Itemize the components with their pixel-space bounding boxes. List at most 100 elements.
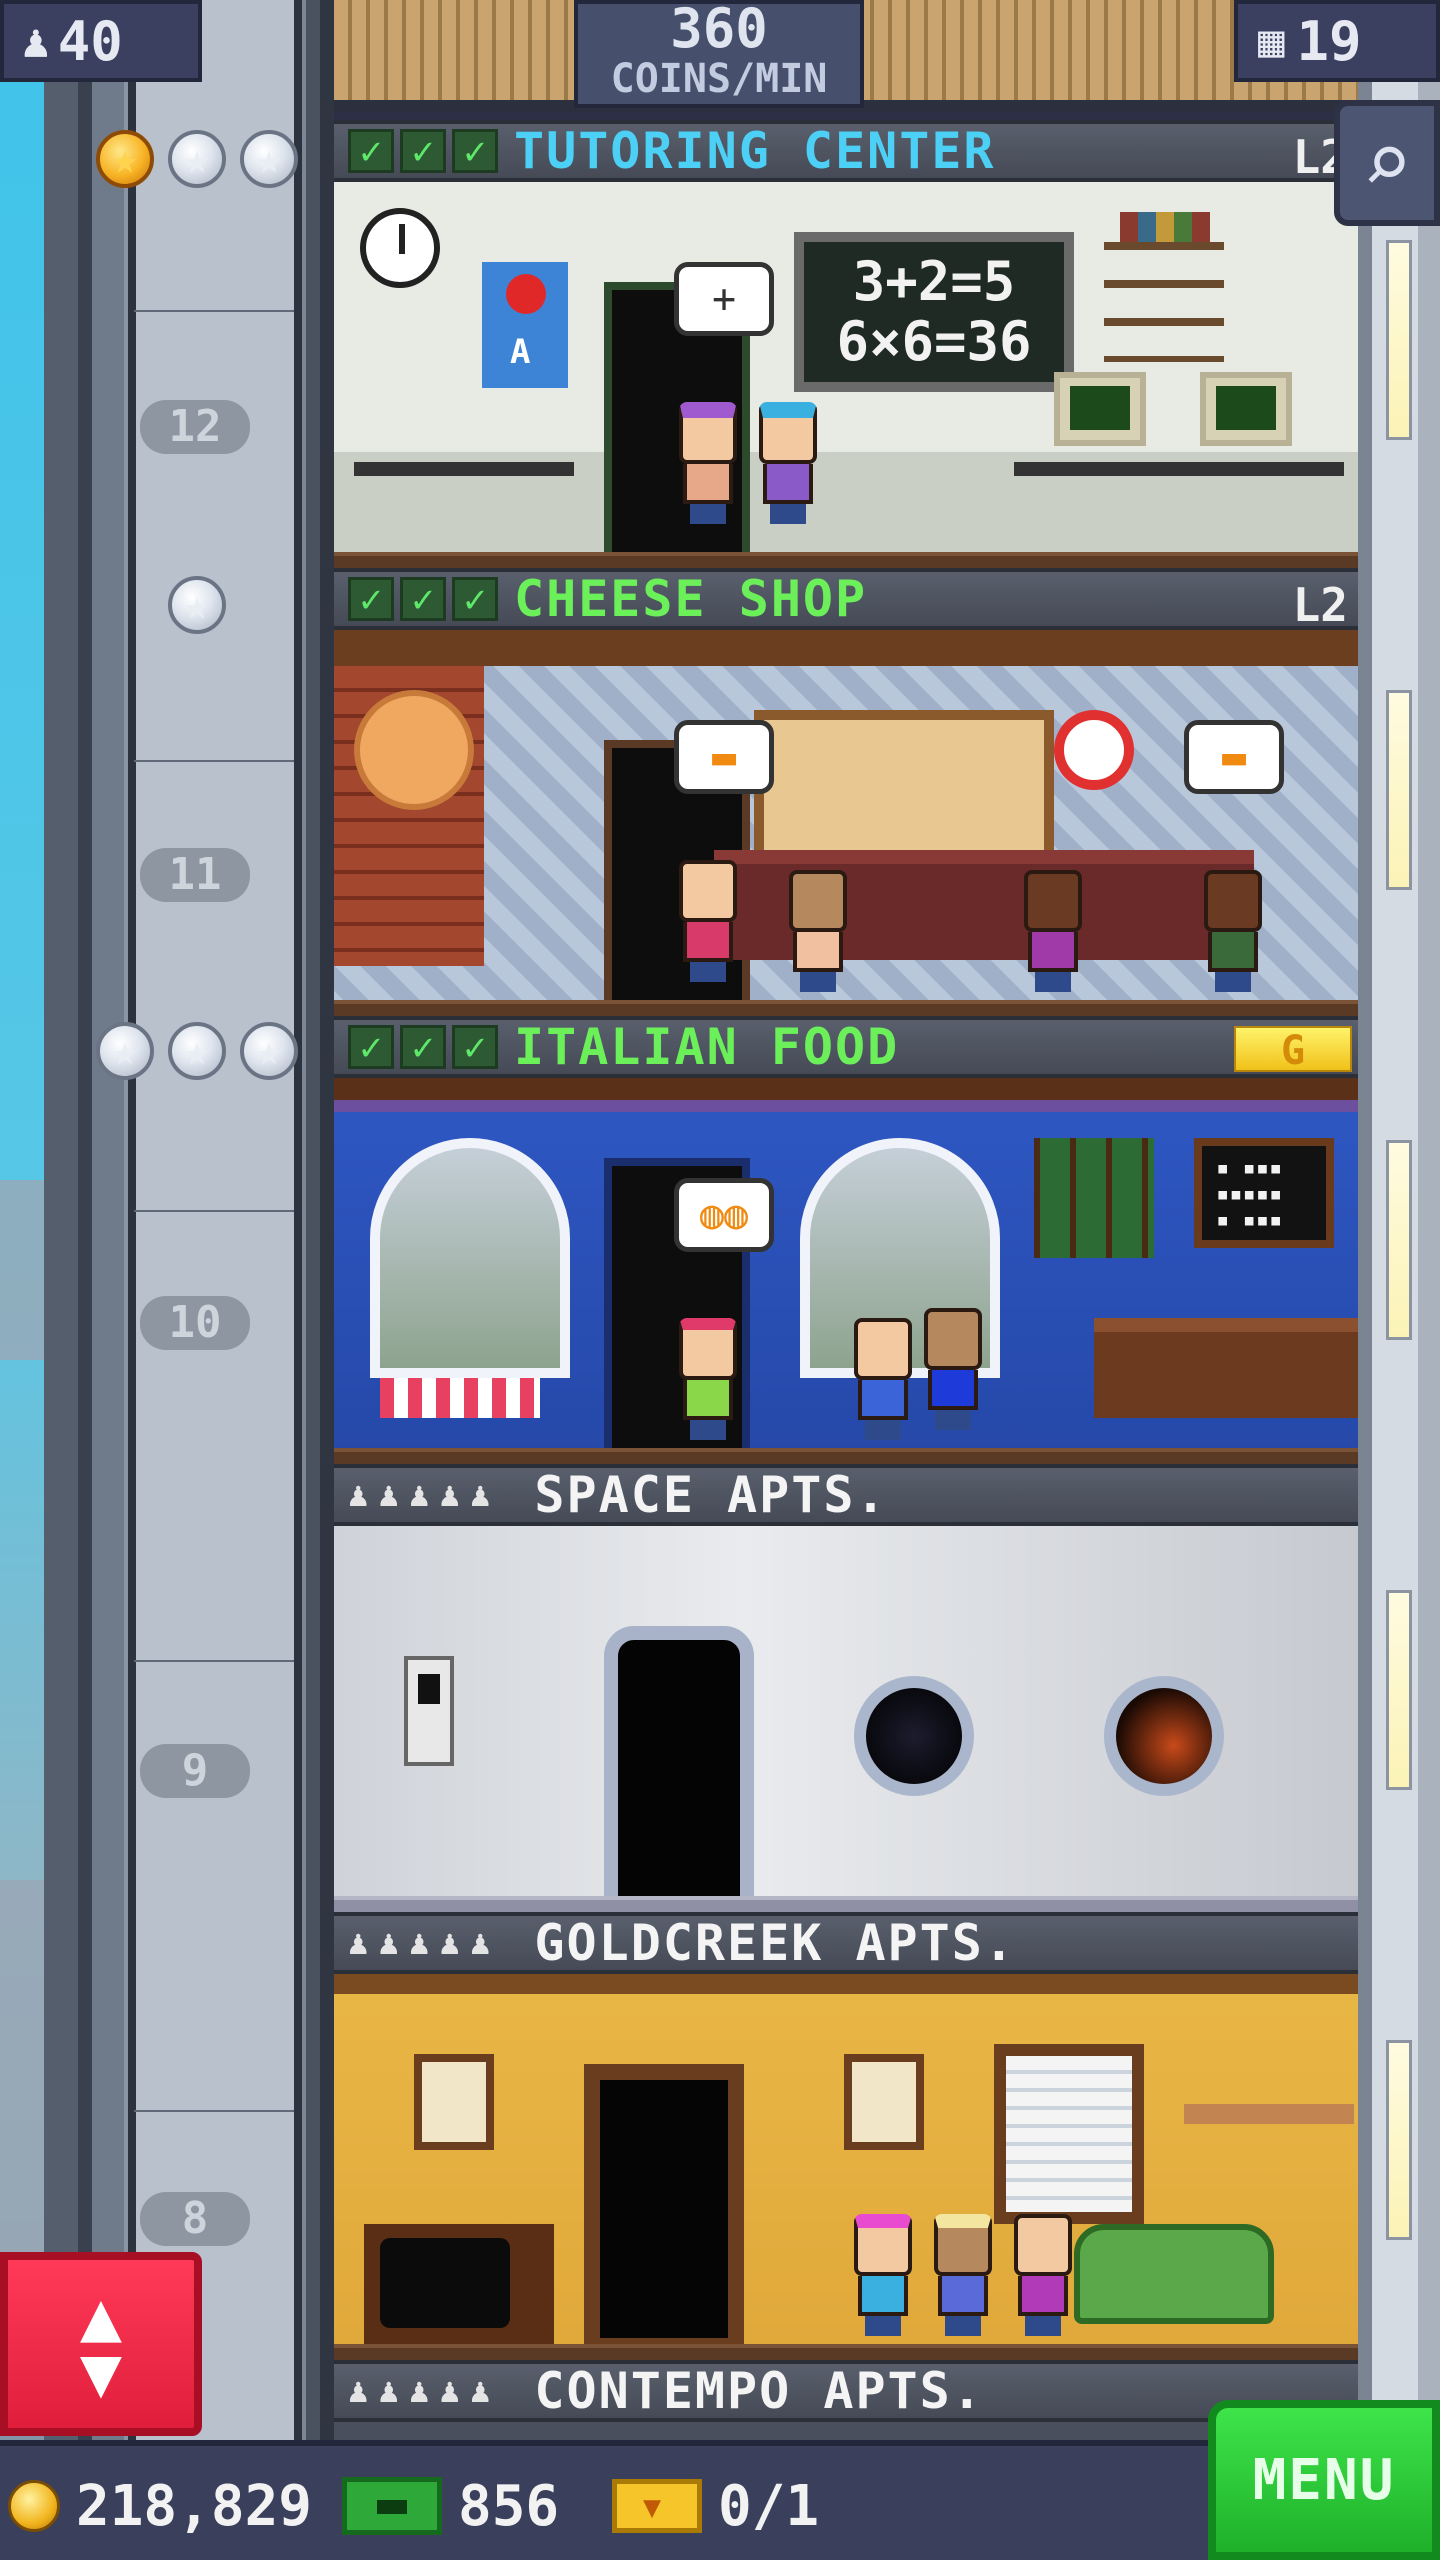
person-icon: ♟	[439, 1923, 460, 1963]
tower-right-wall	[1358, 0, 1440, 2440]
check-icon: ✓	[452, 129, 498, 173]
stock-checks: ✓ ✓ ✓	[348, 1025, 498, 1069]
person-icon: ♟	[378, 1475, 399, 1515]
floor-banner[interactable]: ✓ ✓ ✓ TUTORING CENTER L2	[334, 120, 1358, 184]
bitizen[interactable]	[1024, 870, 1082, 992]
tickets-display[interactable]: 0/1	[612, 2446, 819, 2560]
person-icon: ♟	[439, 2371, 460, 2411]
floor-name: SPACE APTS.	[534, 1466, 888, 1524]
speech-bubble: ◍◍	[674, 1178, 774, 1252]
star-icon: ★	[168, 576, 226, 634]
speech-bubble: +	[674, 262, 774, 336]
floor-room[interactable]: ◍◍	[334, 1078, 1358, 1464]
floor-number-12: 12	[140, 400, 250, 454]
floor-name: GOLDCREEK APTS.	[534, 1914, 1016, 1972]
floor-banner[interactable]: ♟ ♟ ♟ ♟ ♟ CONTEMPO APTS.	[334, 2360, 1358, 2422]
population-counter[interactable]: ♟ 40	[0, 0, 202, 82]
background-building	[0, 1880, 44, 2280]
clock-icon	[360, 208, 440, 288]
floor-banner[interactable]: ♟ ♟ ♟ ♟ ♟ SPACE APTS.	[334, 1464, 1358, 1526]
floor-level: L2	[1292, 578, 1348, 632]
elevator-cable	[294, 0, 302, 2440]
wall-window	[1386, 690, 1412, 890]
menu-board	[1194, 1138, 1334, 1248]
floor-goldcreek-apts[interactable]: ♟ ♟ ♟ ♟ ♟ GOLDCREEK APTS.	[334, 1912, 1358, 2360]
bitizen[interactable]	[934, 2214, 992, 2336]
checkered-table	[380, 1378, 540, 1418]
desk	[354, 462, 574, 476]
floor-counter[interactable]: ▦ 19	[1234, 0, 1440, 82]
person-icon: ♟	[348, 1475, 369, 1515]
check-icon: ✓	[348, 577, 394, 621]
resident-slots: ♟ ♟ ♟ ♟ ♟	[348, 1926, 490, 1960]
check-icon: ✓	[400, 129, 446, 173]
floor-banner[interactable]: ✓ ✓ ✓ CHEESE SHOP L2	[334, 568, 1358, 632]
person-icon: ♟	[348, 2371, 369, 2411]
check-icon: ✓	[400, 1025, 446, 1069]
bux-display[interactable]: 856	[342, 2446, 559, 2560]
floor-ground	[334, 1896, 1358, 1912]
floor-banner[interactable]: ✓ ✓ ✓ ITALIAN FOOD G	[334, 1016, 1358, 1078]
coins-per-minute-unit: COINS/MIN	[610, 56, 828, 102]
bitizen[interactable]	[854, 1318, 912, 1440]
chalkboard: 3+2=5 6×6=36	[794, 232, 1074, 392]
no-sign-icon	[1054, 710, 1134, 790]
floor-name: CHEESE SHOP	[514, 570, 868, 628]
check-icon: ✓	[400, 577, 446, 621]
floor-room[interactable]	[334, 1526, 1358, 1912]
floor-space-apts[interactable]: ♟ ♟ ♟ ♟ ♟ SPACE APTS.	[334, 1464, 1358, 1912]
coins-display[interactable]: 218,829	[8, 2446, 312, 2560]
floor-italian-food[interactable]: ✓ ✓ ✓ ITALIAN FOOD G ◍◍	[334, 1016, 1358, 1464]
bitizen[interactable]	[1204, 870, 1262, 992]
elevator-door	[584, 2064, 744, 2354]
television	[364, 2224, 554, 2344]
coins-per-minute-value: 360	[670, 0, 768, 60]
ticket-icon	[612, 2479, 702, 2533]
magnifier-icon: ⌕	[1361, 114, 1413, 212]
resident-slots: ♟ ♟ ♟ ♟ ♟	[348, 2374, 490, 2408]
bitizen[interactable]	[924, 1308, 982, 1430]
population-value: 40	[57, 9, 123, 73]
floor-ground	[334, 2344, 1358, 2360]
menu-button[interactable]: MENU	[1208, 2400, 1440, 2560]
floor-room[interactable]	[334, 1974, 1358, 2360]
bitizen[interactable]	[789, 870, 847, 992]
floor-tutoring-center[interactable]: ✓ ✓ ✓ TUTORING CENTER L2 A 3+2=5 6×6=36 +	[334, 120, 1358, 568]
floor-name: TUTORING CENTER	[514, 122, 996, 180]
person-icon: ♟	[469, 1475, 491, 1515]
cheese-wheel	[354, 690, 474, 810]
floor-count-value: 19	[1296, 9, 1362, 73]
floor-room[interactable]: ▬ ▬	[334, 630, 1358, 1016]
elevator-shaft[interactable]	[44, 0, 334, 2440]
stock-checks: ✓ ✓ ✓	[348, 129, 498, 173]
shaft-divider	[134, 2110, 294, 2112]
speech-bubble: ▬	[674, 720, 774, 794]
bitizen[interactable]	[679, 402, 737, 524]
floor-room[interactable]: A 3+2=5 6×6=36 +	[334, 182, 1358, 568]
bitizen[interactable]	[679, 860, 737, 982]
floor-cheese-shop[interactable]: ✓ ✓ ✓ CHEESE SHOP L2 ▬ ▬	[334, 568, 1358, 1016]
shaft-divider	[134, 310, 294, 312]
background-building	[0, 1180, 44, 1360]
bitizen[interactable]	[1014, 2214, 1072, 2336]
coins-per-minute-display[interactable]: 360 COINS/MIN	[574, 0, 864, 108]
apple-poster: A	[482, 262, 568, 388]
bitizen[interactable]	[854, 2214, 912, 2336]
floor-number-10: 10	[140, 1296, 250, 1350]
floor-name: ITALIAN FOOD	[514, 1018, 900, 1076]
check-icon: ✓	[452, 577, 498, 621]
coins-value: 218,829	[76, 2473, 313, 2539]
desk	[1014, 462, 1344, 476]
sofa	[1074, 2224, 1274, 2324]
bitizen[interactable]	[759, 402, 817, 524]
person-icon: ♟	[378, 2371, 399, 2411]
person-icon: ♟	[469, 2371, 491, 2411]
zoom-button[interactable]: ⌕	[1334, 100, 1440, 226]
bookshelf	[1104, 212, 1224, 362]
bitizen[interactable]	[679, 1318, 737, 1440]
lattice-window	[1034, 1138, 1154, 1258]
floor-contempo-apts[interactable]: ♟ ♟ ♟ ♟ ♟ CONTEMPO APTS.	[334, 2360, 1358, 2440]
check-icon: ✓	[348, 1025, 394, 1069]
elevator-button[interactable]: ▲ ▼	[0, 2252, 202, 2436]
floor-banner[interactable]: ♟ ♟ ♟ ♟ ♟ GOLDCREEK APTS.	[334, 1912, 1358, 1974]
